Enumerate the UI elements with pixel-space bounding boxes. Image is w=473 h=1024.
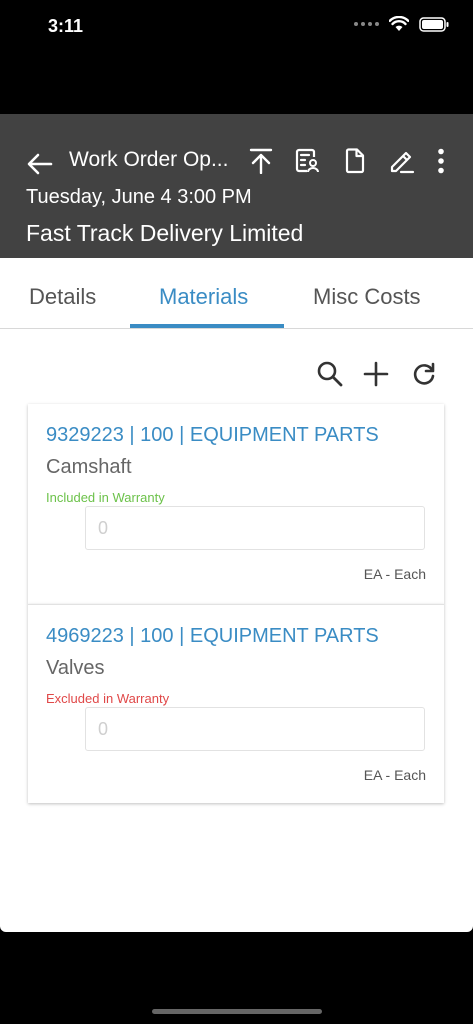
back-button[interactable] <box>24 148 56 180</box>
tab-materials[interactable]: Materials <box>159 284 248 310</box>
warranty-status: Included in Warranty <box>46 490 165 505</box>
home-indicator[interactable] <box>152 1009 322 1014</box>
more-options-button[interactable] <box>431 146 451 176</box>
material-card[interactable]: 9329223 | 100 | EQUIPMENT PARTS Camshaft… <box>28 404 444 604</box>
upload-button[interactable] <box>243 146 279 176</box>
refresh-icon <box>413 362 435 385</box>
material-name: Valves <box>46 657 105 679</box>
tab-bar: Details Materials Misc Costs <box>0 258 473 329</box>
main-content: Details Materials Misc Costs 9329223 | 1… <box>0 258 473 932</box>
back-arrow-icon <box>27 153 53 175</box>
edit-icon <box>390 151 415 174</box>
signal-dots-icon <box>354 22 379 26</box>
refresh-button[interactable] <box>408 358 440 390</box>
tab-active-indicator <box>130 324 284 328</box>
document-icon <box>345 148 365 174</box>
unit-of-measure: EA - Each <box>363 767 426 783</box>
battery-icon <box>419 16 449 32</box>
search-icon <box>317 361 343 387</box>
material-name: Camshaft <box>46 456 132 478</box>
app-header: Work Order Op... Tuesday, June 4 3:00 PM… <box>0 114 473 258</box>
page-title: Work Order Op... <box>69 148 229 171</box>
quantity-input[interactable] <box>85 707 425 751</box>
warranty-status: Excluded in Warranty <box>46 691 170 706</box>
header-actions <box>232 146 451 176</box>
tab-details[interactable]: Details <box>29 284 96 310</box>
unit-of-measure: EA - Each <box>363 566 426 582</box>
add-icon <box>363 361 389 387</box>
material-title[interactable]: 9329223 | 100 | EQUIPMENT PARTS <box>46 424 379 447</box>
edit-button[interactable] <box>384 146 420 176</box>
status-bar: 3:11 <box>0 0 473 54</box>
upload-icon <box>249 148 273 174</box>
search-button[interactable] <box>314 358 346 390</box>
more-vert-icon <box>438 148 444 174</box>
materials-toolbar <box>0 358 473 392</box>
quantity-input[interactable] <box>85 506 425 550</box>
checklist-icon <box>295 148 319 173</box>
checklist-button[interactable] <box>290 146 326 176</box>
material-card[interactable]: 4969223 | 100 | EQUIPMENT PARTS Valves E… <box>28 604 444 803</box>
status-icons <box>354 16 449 32</box>
tab-misc-costs[interactable]: Misc Costs <box>313 284 421 310</box>
material-title[interactable]: 4969223 | 100 | EQUIPMENT PARTS <box>46 625 379 648</box>
add-material-button[interactable] <box>360 358 392 390</box>
wifi-icon <box>389 16 409 31</box>
header-company: Fast Track Delivery Limited <box>26 220 304 246</box>
document-button[interactable] <box>337 146 373 176</box>
header-date: Tuesday, June 4 3:00 PM <box>26 186 252 208</box>
status-time: 3:11 <box>48 16 84 36</box>
